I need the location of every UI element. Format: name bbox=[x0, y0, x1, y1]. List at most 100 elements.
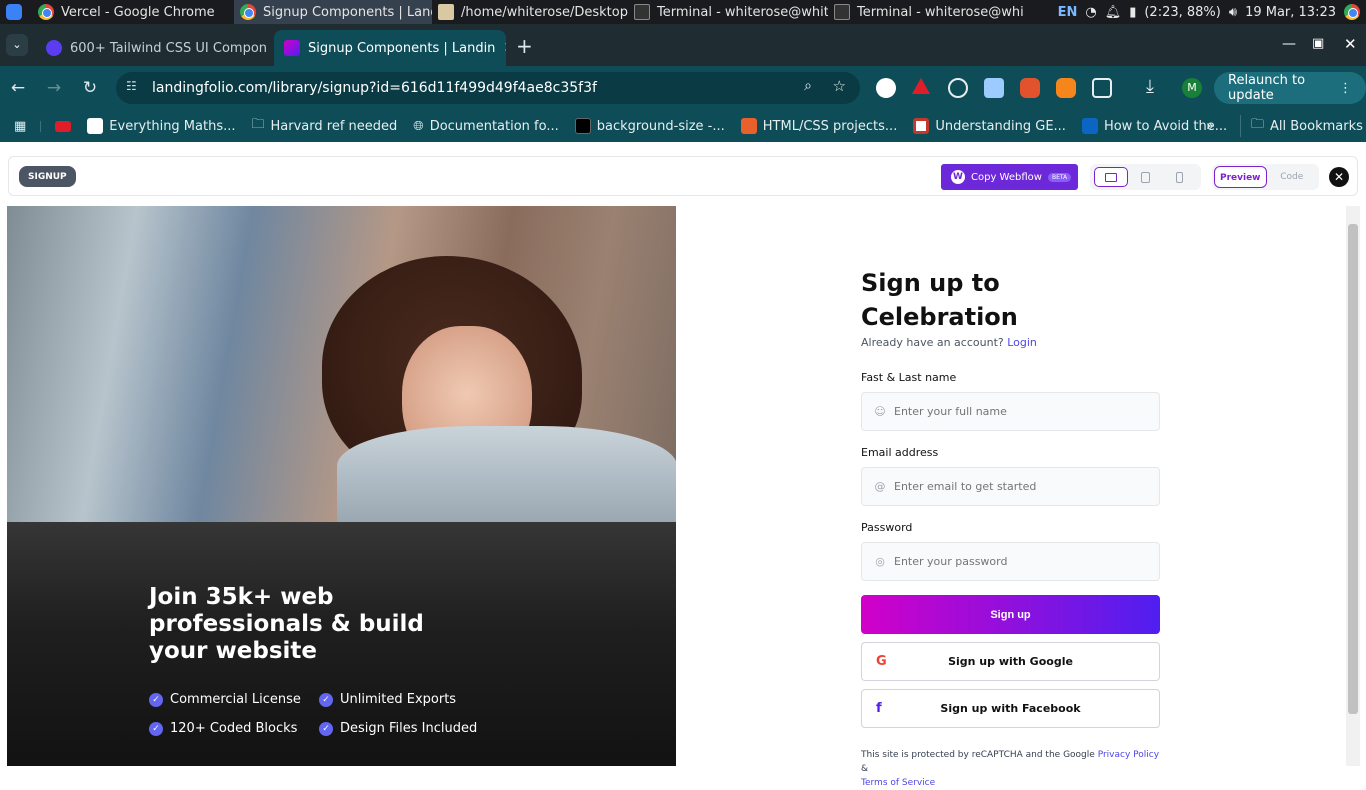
app-menu-icon bbox=[6, 4, 22, 20]
check-icon: ✓ bbox=[149, 721, 163, 736]
privacy-policy-link[interactable]: Privacy Policy bbox=[1098, 750, 1159, 760]
check-icon: ✓ bbox=[149, 692, 163, 707]
taskbar-app-terminal-2[interactable]: Terminal - whiterose@white... bbox=[828, 0, 1024, 24]
chrome-tray-icon[interactable] bbox=[1344, 4, 1360, 20]
feature-item: ✓ Unlimited Exports bbox=[319, 692, 456, 707]
bookmark-maths[interactable]: Everything Maths... bbox=[79, 118, 243, 134]
globe-icon: 🌐︎ bbox=[413, 118, 424, 134]
hero-photo bbox=[7, 206, 676, 522]
password-field[interactable]: ◎ bbox=[861, 542, 1160, 581]
feature-item: ✓ Commercial License bbox=[149, 692, 301, 707]
desktop-icon bbox=[1105, 172, 1118, 182]
profile-avatar[interactable]: M bbox=[1182, 78, 1202, 98]
feature-label: Commercial License bbox=[170, 692, 301, 707]
site-icon bbox=[913, 118, 930, 134]
tab-search-button[interactable]: ⌄ bbox=[6, 34, 28, 56]
close-preview-button[interactable]: ✕ bbox=[1329, 167, 1349, 187]
bookmark-star-icon[interactable]: ☆ bbox=[833, 77, 846, 95]
folder-icon bbox=[438, 4, 454, 20]
apps-grid-icon[interactable]: ▦ bbox=[0, 119, 34, 134]
name-field[interactable]: ☺ bbox=[861, 392, 1160, 431]
address-bar[interactable]: ☷ landingfolio.com/library/signup?id=616… bbox=[116, 72, 860, 104]
taskbar-app-vercel[interactable]: Vercel - Google Chrome bbox=[32, 0, 234, 24]
close-tab-icon[interactable]: ✕ bbox=[503, 40, 506, 56]
bookmark-label: Understanding GE... bbox=[935, 118, 1066, 134]
bookmark-label: background-size -... bbox=[596, 118, 725, 134]
maximize-button[interactable]: ▣ bbox=[1312, 36, 1324, 51]
relaunch-button[interactable]: Relaunch to update ⋮ bbox=[1214, 72, 1366, 104]
bookmark-understanding[interactable]: Understanding GE... bbox=[905, 118, 1074, 134]
email-label: Email address bbox=[861, 446, 939, 459]
metamask-icon[interactable] bbox=[1056, 78, 1076, 98]
folder-icon: 🗀︎ bbox=[251, 117, 265, 132]
email-field[interactable]: @ bbox=[861, 467, 1160, 506]
terminal-icon bbox=[634, 4, 650, 20]
at-icon: @ bbox=[874, 480, 886, 493]
close-window-button[interactable]: ✕ bbox=[1344, 35, 1357, 53]
tab-signup[interactable]: Signup Components | Landin ✕ bbox=[274, 30, 506, 66]
back-button[interactable]: ← bbox=[0, 78, 36, 98]
bookmark-label: Harvard ref needed bbox=[270, 118, 398, 134]
new-tab-button[interactable]: + bbox=[516, 34, 533, 58]
terms-link[interactable]: Terms of Service bbox=[861, 778, 935, 788]
bookmark-mdn[interactable]: background-size -... bbox=[567, 118, 733, 134]
menu-dots-icon: ⋮ bbox=[1339, 80, 1352, 96]
recaptcha-notice: This site is protected by reCAPTCHA and … bbox=[861, 748, 1160, 790]
scrollbar-thumb[interactable] bbox=[1348, 224, 1358, 714]
browser-tabstrip: ⌄ 600+ Tailwind CSS UI Compon ✕ Signup C… bbox=[0, 24, 1366, 66]
battery-icon[interactable]: ▮ bbox=[1129, 5, 1136, 20]
signup-form: Sign up to Celebration Already have an a… bbox=[861, 266, 1160, 790]
mobile-icon bbox=[1176, 171, 1184, 183]
all-bookmarks[interactable]: 🗀︎ All Bookmarks bbox=[1240, 115, 1366, 137]
more-bookmarks-icon[interactable]: » bbox=[1198, 119, 1222, 134]
clock[interactable]: 19 Mar, 13:23 bbox=[1245, 5, 1336, 20]
minimize-button[interactable]: — bbox=[1282, 36, 1296, 52]
taskbar-app-label: Terminal - whiterose@white... bbox=[857, 4, 1024, 20]
taskbar-app-signup[interactable]: Signup Components | Landi... bbox=[234, 0, 432, 24]
copy-webflow-label: Copy Webflow bbox=[971, 171, 1042, 183]
volume-icon[interactable]: 🔊︎ bbox=[1229, 5, 1237, 20]
login-prompt: Already have an account? Login bbox=[861, 336, 1160, 349]
app-menu-button[interactable] bbox=[0, 0, 32, 24]
bookmark-docs[interactable]: 🌐︎ Documentation fo... bbox=[405, 119, 566, 134]
react-devtools-icon[interactable] bbox=[948, 78, 968, 98]
wifi-icon[interactable]: ◔ bbox=[1085, 5, 1096, 20]
google-signup-button[interactable]: G Sign up with Google bbox=[861, 642, 1160, 681]
preview-tab[interactable]: Preview bbox=[1214, 166, 1267, 188]
email-input[interactable] bbox=[894, 480, 1159, 493]
docs-extension-icon[interactable] bbox=[984, 78, 1004, 98]
bookmark-youtube[interactable] bbox=[40, 120, 79, 132]
zoom-icon[interactable]: ⌕ bbox=[804, 78, 812, 94]
mobile-view-button[interactable] bbox=[1163, 167, 1197, 187]
tablet-view-button[interactable] bbox=[1128, 167, 1162, 187]
warning-extension-icon[interactable] bbox=[912, 78, 930, 94]
name-input[interactable] bbox=[894, 405, 1159, 418]
bookmark-html-css[interactable]: HTML/CSS projects... bbox=[733, 118, 906, 134]
download-icon[interactable]: ⤓ bbox=[1146, 76, 1154, 97]
site-info-icon[interactable]: ☷ bbox=[126, 79, 137, 93]
bell-icon[interactable]: 🔔︎ bbox=[1105, 5, 1122, 20]
chrome-icon bbox=[38, 4, 54, 20]
login-link[interactable]: Login bbox=[1007, 336, 1037, 349]
code-tab[interactable]: Code bbox=[1267, 166, 1318, 188]
signup-button[interactable]: Sign up bbox=[861, 595, 1160, 634]
check-icon: ✓ bbox=[319, 721, 333, 736]
password-input[interactable] bbox=[894, 555, 1159, 568]
reload-button[interactable]: ↻ bbox=[72, 78, 108, 98]
tab-tailwind[interactable]: 600+ Tailwind CSS UI Compon ✕ bbox=[36, 30, 268, 66]
forward-button[interactable]: → bbox=[36, 78, 72, 98]
extensions-puzzle-icon[interactable] bbox=[1092, 78, 1112, 98]
bookmark-label: Documentation fo... bbox=[429, 118, 559, 134]
taskbar-app-files[interactable]: /home/whiterose/Desktop/p... bbox=[432, 0, 628, 24]
copy-webflow-button[interactable]: W Copy Webflow BETA bbox=[941, 164, 1078, 190]
taskbar-app-label: Terminal - whiterose@white... bbox=[657, 4, 828, 20]
figma-extension-icon[interactable] bbox=[1020, 78, 1040, 98]
bookmark-harvard[interactable]: 🗀︎ Harvard ref needed bbox=[244, 115, 406, 137]
bookmark-label: Everything Maths... bbox=[109, 118, 236, 134]
keyboard-layout[interactable]: EN bbox=[1058, 5, 1078, 20]
wordpress-extension-icon[interactable] bbox=[876, 78, 896, 98]
facebook-signup-button[interactable]: f Sign up with Facebook bbox=[861, 689, 1160, 728]
taskbar-app-terminal-1[interactable]: Terminal - whiterose@white... bbox=[628, 0, 828, 24]
desktop-view-button[interactable] bbox=[1094, 167, 1129, 187]
url-text[interactable]: landingfolio.com/library/signup?id=616d1… bbox=[152, 80, 597, 96]
